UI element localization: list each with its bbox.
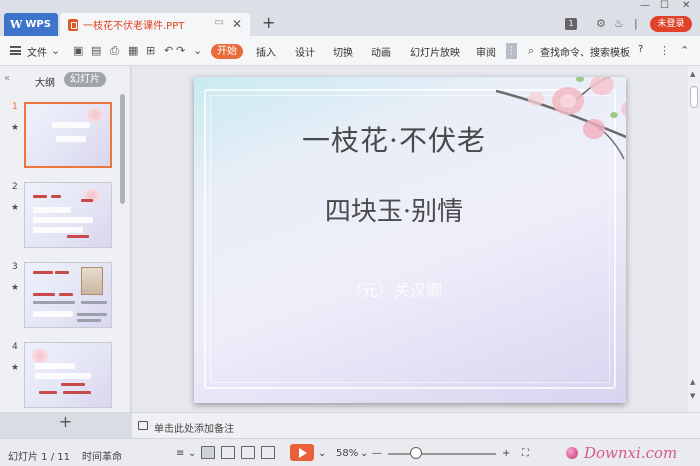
zoom-slider-knob[interactable] [410,447,422,459]
preview-icon[interactable]: ▦ [128,44,138,57]
slide-panel: « 大纲 幻灯片 1 ★ 2 ★ 3 ★ 4 ★ [0,66,131,412]
slide-number: 2 [12,182,18,192]
tab-outline[interactable]: 大纲 [35,74,55,89]
login-button[interactable]: 未登录 [650,16,692,32]
zoom-level[interactable]: 58% [336,448,358,459]
close-window-icon[interactable]: ✕ [682,0,690,12]
wps-home-tab[interactable]: W WPS [4,13,58,36]
slide-thumbnail[interactable] [24,102,112,168]
slide-thumbnail[interactable] [24,182,112,248]
close-tab-icon[interactable]: ✕ [232,17,242,31]
collapse-panel-icon[interactable]: « [4,73,10,84]
chevron-down-icon[interactable]: ⌄ [360,448,368,459]
note-icon [138,421,148,430]
reading-view-icon[interactable] [241,446,255,459]
search-icon[interactable]: ⌕ [528,44,534,58]
presenter-view-icon[interactable] [261,446,275,459]
current-slide[interactable]: 一枝花·不伏老 四块玉·别情 （元）关汉卿 [194,77,626,403]
document-tab-label: 一枝花不伏老课件.PPT [83,21,185,32]
theme-name[interactable]: 时间革命 [82,448,122,463]
collapse-ribbon-icon[interactable]: ⌃ [680,44,689,57]
canvas-scroll-thumb[interactable] [690,86,698,108]
separator-icon: | [634,17,638,30]
notes-placeholder[interactable]: 单击此处添加备注 [154,420,234,435]
minimize-icon[interactable]: — [640,0,650,12]
panel-tabs: « 大纲 幻灯片 [0,66,131,90]
add-slide-button[interactable]: + [0,412,131,434]
more-options-icon[interactable]: ⋮ [659,44,670,57]
chevron-down-icon[interactable]: ⌄ [318,448,326,459]
tab-slideshow[interactable]: 幻灯片放映 [410,44,460,59]
align-icon[interactable]: ≡ [176,448,184,459]
window-count-badge[interactable]: 1 [565,18,577,30]
watermark-logo: Downxi.com [562,443,692,463]
tab-insert[interactable]: 插入 [256,44,276,59]
animation-star-icon: ★ [11,363,20,373]
panel-scrollbar[interactable] [120,94,125,204]
title-bar: W WPS 一枝花不伏老课件.PPT ▭ ✕ + — ☐ ✕ 1 ⚙ ♨ | 未… [0,0,700,36]
maximize-icon[interactable]: ☐ [660,0,669,12]
notes-bar[interactable]: 单击此处添加备注 [132,412,700,438]
tab-home[interactable]: 开始 [211,44,243,59]
scroll-up-page-icon[interactable]: ▲ [690,378,695,386]
customize-icon[interactable]: ⌄ [193,44,202,57]
ppt-file-icon [68,18,78,31]
animation-star-icon: ★ [11,203,20,213]
save-icon[interactable]: ▣ [73,44,83,57]
chevron-down-icon[interactable]: ⌄ [51,44,60,57]
chevron-down-icon[interactable]: ⌄ [188,448,196,459]
zoom-in-button[interactable]: + [502,448,510,459]
tab-animation[interactable]: 动画 [371,44,391,59]
wps-tab-label: WPS [25,19,51,30]
slide-author[interactable]: （元）关汉卿 [194,277,594,301]
slide-number: 3 [12,262,18,272]
help-button[interactable]: ? [638,44,643,55]
wps-logo-icon: W [10,18,23,31]
tab-transition[interactable]: 切换 [333,44,353,59]
tab-design[interactable]: 设计 [295,44,315,59]
watermark-ball-icon [566,447,578,459]
new-tab-button[interactable]: + [262,13,275,32]
redo-icon[interactable]: ↷ [176,44,185,57]
print-icon[interactable]: ⎙ [110,44,119,58]
slide-counter: 幻灯片 1 / 11 [8,452,70,463]
play-slideshow-button[interactable] [290,444,314,461]
watermark-text: Downxi.com [584,444,678,462]
ribbon: 文件 ⌄ ▣ ▤ ⎙ ▦ ⊞ ↶ ↷ ⌄ 开始 插入 设计 切换 动画 幻灯片放… [0,36,700,66]
tab-slides[interactable]: 幻灯片 [64,72,106,87]
sorter-view-icon[interactable] [221,446,235,459]
slide-thumbnail[interactable] [24,342,112,408]
slide-thumbnail[interactable] [24,262,112,328]
undo-icon[interactable]: ↶ [164,44,173,57]
more-tabs-button[interactable]: ⋮ [506,43,517,59]
menu-icon[interactable] [10,46,21,55]
format-painter-icon[interactable]: ⊞ [146,44,155,57]
scroll-down-icon[interactable]: ▼ [690,392,695,400]
slide-number: 4 [12,342,18,352]
slide-number: 1 [12,102,18,112]
shirt-icon[interactable]: ♨ [614,17,624,30]
command-search[interactable]: 查找命令、搜索模板 [540,44,630,59]
skin-icon[interactable]: ⚙ [596,17,606,30]
zoom-out-button[interactable]: — [372,448,382,459]
export-pdf-icon[interactable]: ▤ [91,44,101,57]
tab-review[interactable]: 审阅 [476,44,496,59]
slide-subtitle[interactable]: 四块玉·别情 [194,191,594,228]
animation-star-icon: ★ [11,123,20,133]
animation-star-icon: ★ [11,283,20,293]
fit-window-icon[interactable]: ⛶ [522,448,529,459]
normal-view-icon[interactable] [201,446,215,459]
canvas-scrollbar[interactable] [688,66,700,412]
scroll-up-icon[interactable]: ▲ [690,70,695,78]
status-bar: 幻灯片 1 / 11 时间革命 ≡ ⌄ ⌄ 58% ⌄ — + ⛶ Downxi… [0,438,700,466]
file-menu[interactable]: 文件 [27,44,47,59]
screen-icon[interactable]: ▭ [215,17,224,28]
zoom-slider[interactable] [388,453,496,455]
document-tab[interactable]: 一枝花不伏老课件.PPT ▭ ✕ [60,13,250,36]
slide-title[interactable]: 一枝花·不伏老 [194,119,594,159]
